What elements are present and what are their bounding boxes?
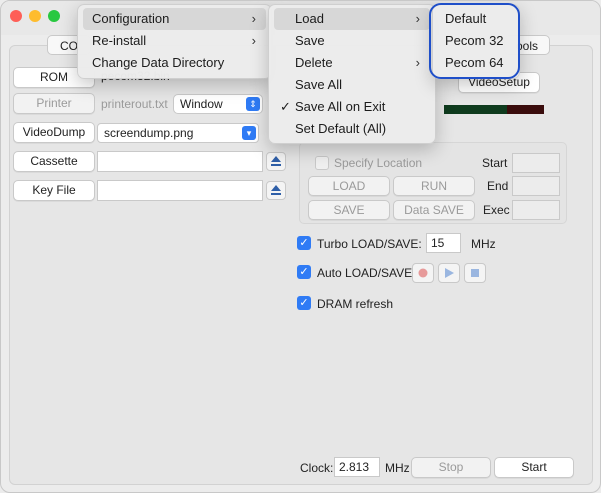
menu-item-save-label: Save — [295, 33, 325, 48]
load-button-label: LOAD — [332, 179, 366, 193]
record-button[interactable] — [412, 263, 434, 283]
cassette-button[interactable]: Cassette — [13, 151, 95, 172]
checkmark-icon: ✓ — [299, 237, 309, 249]
eject-icon — [271, 185, 281, 195]
dram-refresh-checkbox[interactable]: ✓ — [297, 296, 311, 310]
menu-item-configuration[interactable]: Configuration › — [83, 8, 266, 30]
play-button[interactable] — [438, 263, 460, 283]
main-window: CO ools ROM pecom32.bin Printer printero… — [0, 0, 601, 493]
menu-item-delete[interactable]: Delete › — [274, 52, 430, 74]
chevron-right-icon: › — [251, 33, 256, 48]
menu-item-save-all-on-exit-label: Save All on Exit — [295, 99, 386, 114]
menu-item-save-all-label: Save All — [295, 77, 342, 92]
configuration-submenu: Load › Save Delete › Save All ✓ Save All… — [268, 4, 436, 144]
dram-refresh-label: DRAM refresh — [317, 297, 394, 311]
keyfile-button-label: Key File — [32, 183, 76, 197]
cassette-eject-button[interactable] — [266, 152, 286, 171]
menu-item-configuration-label: Configuration — [92, 11, 170, 26]
menu-item-set-default[interactable]: Set Default (All) — [274, 118, 430, 140]
checkmark-icon: ✓ — [299, 266, 309, 278]
auto-load-label: Auto LOAD/SAVE — [317, 266, 413, 280]
checkmark-icon: ✓ — [280, 99, 291, 114]
printer-output-select[interactable]: Window ⇕ — [173, 94, 263, 114]
load-button[interactable]: LOAD — [308, 176, 390, 196]
stop-button-label: Stop — [438, 460, 464, 474]
turbo-unit-label: MHz — [471, 237, 496, 251]
exec-address-label: Exec — [483, 203, 510, 217]
specify-location-checkbox[interactable] — [315, 156, 329, 170]
printer-button[interactable]: Printer — [13, 93, 95, 114]
start-address-field[interactable] — [512, 153, 560, 173]
zoom-window-button[interactable] — [48, 10, 60, 22]
printer-button-label: Printer — [36, 96, 72, 110]
data-save-button-label: Data SAVE — [404, 203, 464, 217]
level-bar-green — [444, 105, 507, 114]
menu-item-load-label: Load — [295, 11, 324, 26]
highlight-ring — [429, 3, 520, 79]
menu-item-save[interactable]: Save — [274, 30, 430, 52]
checkmark-icon: ✓ — [299, 297, 309, 309]
data-save-button[interactable]: Data SAVE — [393, 200, 475, 220]
stop-button[interactable]: Stop — [411, 457, 491, 478]
end-address-field[interactable] — [512, 176, 560, 196]
record-icon — [418, 268, 428, 278]
turbo-checkbox[interactable]: ✓ — [297, 236, 311, 250]
clock-field[interactable]: 2.813 — [334, 457, 380, 477]
chevron-down-icon: ▾ — [242, 126, 256, 140]
end-address-label: End — [487, 179, 509, 193]
level-bar-red — [507, 105, 544, 114]
turbo-mhz-field[interactable]: 15 — [426, 233, 461, 253]
menu-item-save-all[interactable]: Save All — [274, 74, 430, 96]
cassette-field[interactable] — [97, 151, 263, 172]
clock-label: Clock: — [300, 461, 334, 475]
save-button-label: SAVE — [333, 203, 365, 217]
eject-icon — [271, 156, 281, 166]
keyfile-eject-button[interactable] — [266, 181, 286, 200]
turbo-label: Turbo LOAD/SAVE: — [317, 237, 422, 251]
chevron-updown-icon: ⇕ — [246, 97, 260, 111]
tab-config-label: CO — [60, 39, 78, 53]
videodump-button[interactable]: VideoDump — [13, 122, 95, 143]
main-menu: Configuration › Re-install › Change Data… — [77, 4, 272, 79]
rom-button-label: ROM — [40, 70, 68, 84]
clock-value: 2.813 — [339, 460, 370, 474]
turbo-mhz-value: 15 — [431, 236, 445, 250]
menu-item-change-data-directory-label: Change Data Directory — [92, 55, 225, 70]
menu-item-reinstall[interactable]: Re-install › — [83, 30, 266, 52]
clock-unit-label: MHz — [385, 461, 410, 475]
keyfile-field[interactable] — [97, 180, 263, 201]
exec-address-field[interactable] — [512, 200, 560, 220]
menu-item-set-default-label: Set Default (All) — [295, 121, 387, 136]
cassette-button-label: Cassette — [30, 154, 78, 168]
printer-output-value: Window — [180, 97, 223, 111]
play-icon — [445, 268, 454, 278]
stop-icon — [471, 269, 479, 277]
run-button[interactable]: RUN — [393, 176, 475, 196]
menu-item-save-all-on-exit[interactable]: ✓ Save All on Exit — [274, 96, 430, 118]
chevron-right-icon: › — [251, 11, 256, 26]
start-button[interactable]: Start — [494, 457, 574, 478]
specify-location-label: Specify Location — [334, 156, 423, 170]
auto-load-checkbox[interactable]: ✓ — [297, 265, 311, 279]
minimize-window-button[interactable] — [29, 10, 41, 22]
run-button-label: RUN — [421, 179, 447, 193]
menu-item-delete-label: Delete — [295, 55, 333, 70]
start-button-label: Start — [521, 460, 547, 474]
stop-tape-button[interactable] — [464, 263, 486, 283]
menu-item-change-data-directory[interactable]: Change Data Directory — [83, 52, 266, 74]
chevron-right-icon: › — [415, 55, 420, 70]
printer-file-value: printerout.txt — [101, 97, 168, 111]
menu-item-load[interactable]: Load › — [274, 8, 430, 30]
chevron-right-icon: › — [415, 11, 420, 26]
videodump-file-select[interactable]: screendump.png ▾ — [97, 123, 259, 143]
save-button[interactable]: SAVE — [308, 200, 390, 220]
videodump-file-value: screendump.png — [104, 126, 194, 140]
videodump-button-label: VideoDump — [22, 125, 86, 139]
menu-item-reinstall-label: Re-install — [92, 33, 147, 48]
keyfile-button[interactable]: Key File — [13, 180, 95, 201]
start-address-label: Start — [482, 156, 508, 170]
close-window-button[interactable] — [10, 10, 22, 22]
